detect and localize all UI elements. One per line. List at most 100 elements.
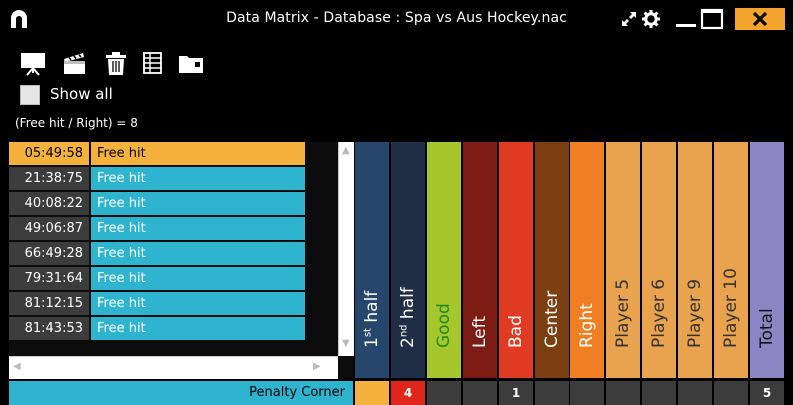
column-label-rest: half xyxy=(398,287,418,325)
show-all-checkbox[interactable] xyxy=(20,85,40,105)
scroll-up-icon[interactable]: ▲ xyxy=(342,145,350,156)
event-time: 81:12:15 xyxy=(9,292,89,315)
column-label-sup: st xyxy=(362,328,374,338)
column-label: Player 6 xyxy=(649,279,669,348)
column-header-6[interactable]: Right xyxy=(570,142,604,378)
vertical-scrollbar[interactable]: ▲ ▼ xyxy=(338,142,354,356)
event-label: Free hit xyxy=(91,267,305,290)
matrix-cell[interactable] xyxy=(427,381,461,405)
column-header-10[interactable]: Player 10 xyxy=(714,142,748,378)
list-item[interactable]: 81:43:53 Free hit xyxy=(9,317,305,340)
column-header-8[interactable]: Player 6 xyxy=(642,142,676,378)
column-label-main: Center xyxy=(542,290,562,348)
matrix-cell[interactable]: 4 xyxy=(391,381,425,405)
event-time: 66:49:28 xyxy=(9,242,89,265)
event-time: 81:43:53 xyxy=(9,317,89,340)
list-item[interactable]: 49:06:87 Free hit xyxy=(9,217,305,240)
matrix-cell[interactable]: 1 xyxy=(499,381,533,405)
column-label-main: Player 6 xyxy=(649,278,669,348)
show-all-label: Show all xyxy=(50,85,113,103)
matrix-cell[interactable] xyxy=(535,381,569,405)
close-button[interactable] xyxy=(735,8,785,30)
column-label: Left xyxy=(470,316,490,348)
present-icon[interactable] xyxy=(20,50,46,76)
column-label-main: Player 9 xyxy=(685,278,705,348)
column-label-main: Player 5 xyxy=(613,278,633,348)
column-label-main: Bad xyxy=(506,315,526,348)
folder-icon[interactable] xyxy=(178,50,204,76)
event-time: 40:08:22 xyxy=(9,192,89,215)
list-item[interactable]: 79:31:64 Free hit xyxy=(9,267,305,290)
column-label: Player 10 xyxy=(721,268,741,348)
column-label-rest: half xyxy=(362,290,382,329)
close-icon xyxy=(752,11,768,27)
scroll-down-icon[interactable]: ▼ xyxy=(342,338,350,349)
column-header-3[interactable]: Left xyxy=(463,142,497,378)
horizontal-scrollbar[interactable]: ◀ ▶ xyxy=(9,356,338,379)
event-label: Free hit xyxy=(91,242,305,265)
toolbar: Show all (Free hit / Right) = 8 xyxy=(0,38,793,140)
column-label-main: 1 xyxy=(362,337,382,348)
column-label: Right xyxy=(577,303,597,348)
column-label-main: Good xyxy=(434,303,454,348)
event-label: Free hit xyxy=(91,292,305,315)
column-label-main: 2 xyxy=(398,337,418,348)
column-label: 1st half xyxy=(362,291,382,348)
column-header-5[interactable]: Center xyxy=(535,142,569,378)
clapperboard-icon[interactable] xyxy=(62,50,88,76)
matrix-cell[interactable] xyxy=(642,381,676,405)
column-label-main: Left xyxy=(470,316,490,348)
list-item[interactable]: 21:38:75 Free hit xyxy=(9,167,305,190)
title-bar: Data Matrix - Database : Spa vs Aus Hock… xyxy=(0,0,793,38)
column-header-1[interactable]: 2nd half xyxy=(391,142,425,378)
event-label: Free hit xyxy=(91,167,305,190)
minimize-icon[interactable] xyxy=(675,9,699,29)
matrix-cell[interactable] xyxy=(463,381,497,405)
selection-summary: (Free hit / Right) = 8 xyxy=(15,116,138,130)
event-time: 79:31:64 xyxy=(9,267,89,290)
column-header-0[interactable]: 1st half xyxy=(355,142,389,378)
event-label: Free hit xyxy=(91,192,305,215)
list-item[interactable]: 66:49:28 Free hit xyxy=(9,242,305,265)
maximize-icon[interactable] xyxy=(700,8,724,30)
list-item[interactable]: 81:12:15 Free hit xyxy=(9,292,305,315)
matrix-cell[interactable] xyxy=(606,381,640,405)
column-label: Player 5 xyxy=(613,279,633,348)
scroll-left-icon[interactable]: ◀ xyxy=(13,361,21,372)
column-label: Bad xyxy=(506,315,526,348)
column-header-9[interactable]: Player 9 xyxy=(678,142,712,378)
column-header-11[interactable]: Total xyxy=(750,142,784,378)
matrix-cell[interactable] xyxy=(355,381,389,405)
column-label-main: Total xyxy=(757,308,777,348)
event-label: Free hit xyxy=(91,217,305,240)
trash-icon[interactable] xyxy=(103,50,129,76)
matrix-cell[interactable] xyxy=(570,381,604,405)
expand-icon[interactable] xyxy=(619,9,639,29)
column-label: Center xyxy=(542,291,562,348)
event-list: 05:49:58 Free hit 21:38:75 Free hit 40:08:22… xyxy=(9,142,354,379)
event-label: Free hit xyxy=(91,142,305,165)
matrix-cell[interactable]: 5 xyxy=(750,381,784,405)
row-name-penalty-corner[interactable]: Penalty Corner xyxy=(9,381,353,405)
table-icon[interactable] xyxy=(140,50,166,76)
matrix-cell[interactable] xyxy=(678,381,712,405)
column-label: 2nd half xyxy=(398,287,418,348)
column-label-main: Player 10 xyxy=(721,268,741,348)
matrix-cell[interactable] xyxy=(714,381,748,405)
scroll-right-icon[interactable]: ▶ xyxy=(313,361,321,372)
event-time: 05:49:58 xyxy=(9,142,89,165)
column-label: Total xyxy=(757,308,777,348)
column-label-sup: nd xyxy=(398,324,410,338)
gear-icon[interactable] xyxy=(641,9,661,29)
list-item[interactable]: 05:49:58 Free hit xyxy=(9,142,305,165)
column-label-main: Right xyxy=(577,303,597,348)
event-time: 49:06:87 xyxy=(9,217,89,240)
column-header-7[interactable]: Player 5 xyxy=(606,142,640,378)
list-item[interactable]: 40:08:22 Free hit xyxy=(9,192,305,215)
column-header-4[interactable]: Bad xyxy=(499,142,533,378)
event-label: Free hit xyxy=(91,317,305,340)
column-label: Player 9 xyxy=(685,279,705,348)
column-label: Good xyxy=(434,303,454,348)
event-time: 21:38:75 xyxy=(9,167,89,190)
column-header-2[interactable]: Good xyxy=(427,142,461,378)
